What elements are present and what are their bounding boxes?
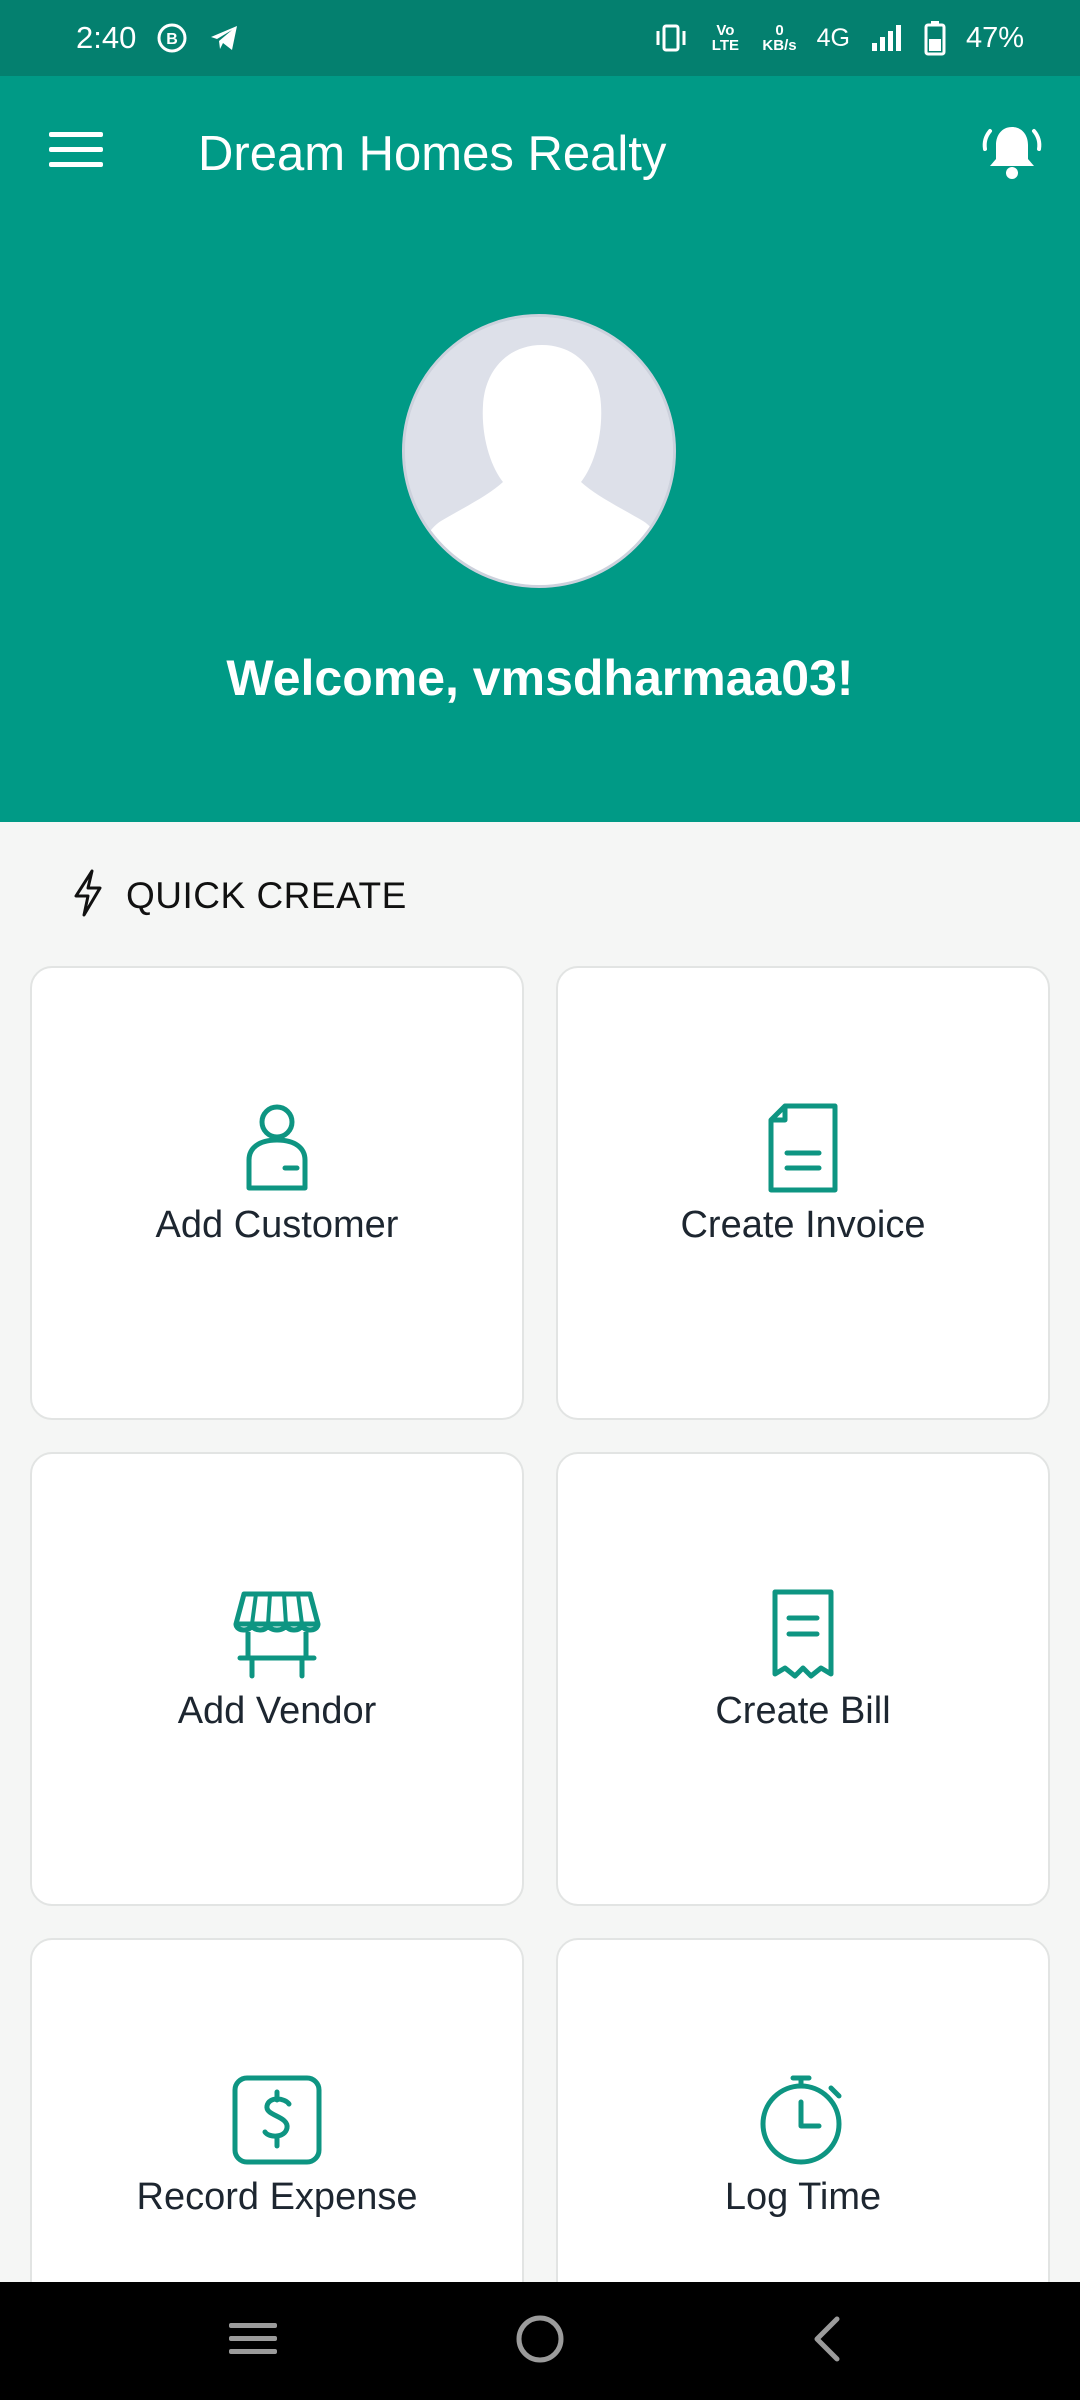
network-speed-value: 0 <box>775 22 784 39</box>
menu-button[interactable] <box>36 120 116 184</box>
quick-create-title: QUICK CREATE <box>126 874 407 916</box>
recent-apps-icon <box>227 2319 279 2364</box>
home-circle-icon <box>514 2313 566 2370</box>
quick-create-header: QUICK CREATE <box>68 868 407 923</box>
battery-percent: 47% <box>965 21 1024 54</box>
status-time: 2:40 <box>76 20 137 55</box>
recent-apps-button[interactable] <box>203 2301 303 2381</box>
avatar[interactable] <box>402 314 676 588</box>
create-invoice-card[interactable]: Create Invoice <box>556 966 1050 1420</box>
person-icon <box>32 1098 522 1198</box>
system-nav-bar <box>0 2282 1080 2400</box>
home-button[interactable] <box>490 2301 590 2381</box>
document-icon <box>558 1098 1048 1198</box>
back-chevron-icon <box>807 2313 847 2370</box>
create-bill-label: Create Bill <box>715 1690 891 1732</box>
battery-icon <box>924 20 946 56</box>
bell-icon <box>980 121 1044 188</box>
app-bar: Dream Homes Realty <box>0 76 1080 232</box>
vibrate-icon <box>654 23 688 53</box>
volte-label: Vo LTE <box>711 22 740 54</box>
log-time-label: Log Time <box>724 2176 882 2218</box>
avatar-silhouette-icon <box>405 317 673 585</box>
b-circle-icon: B <box>156 22 188 54</box>
hamburger-menu-icon <box>49 130 103 175</box>
network-speed: 0 KB/s <box>762 23 796 53</box>
create-bill-card[interactable]: Create Bill <box>556 1452 1050 1906</box>
dollar-icon <box>32 2070 522 2170</box>
back-button[interactable] <box>777 2301 877 2381</box>
signal-icon <box>870 23 904 53</box>
receipt-icon <box>558 1584 1048 1684</box>
add-customer-card[interactable]: Add Customer <box>30 966 524 1420</box>
telegram-icon <box>208 22 240 54</box>
app-title: Dream Homes Realty <box>198 127 667 181</box>
storefront-icon <box>32 1584 522 1684</box>
notifications-button[interactable] <box>972 118 1052 190</box>
stopwatch-icon <box>558 2070 1048 2170</box>
record-expense-label: Record Expense <box>136 2176 418 2218</box>
network-type: 4G <box>816 23 850 52</box>
svg-text:B: B <box>167 31 179 48</box>
add-vendor-label: Add Vendor <box>177 1690 377 1732</box>
welcome-message: Welcome, vmsdharmaa03! <box>226 650 854 706</box>
create-invoice-label: Create Invoice <box>680 1204 926 1246</box>
lightning-icon <box>68 868 108 923</box>
add-vendor-card[interactable]: Add Vendor <box>30 1452 524 1906</box>
status-bar: 2:40 B Vo LTE 0 KB/s 4G 47% <box>0 0 1080 76</box>
header: Dream Homes Realty Welcome, vmsdharmaa03… <box>0 76 1080 822</box>
network-speed-unit: KB/s <box>762 37 797 54</box>
add-customer-label: Add Customer <box>155 1204 399 1246</box>
